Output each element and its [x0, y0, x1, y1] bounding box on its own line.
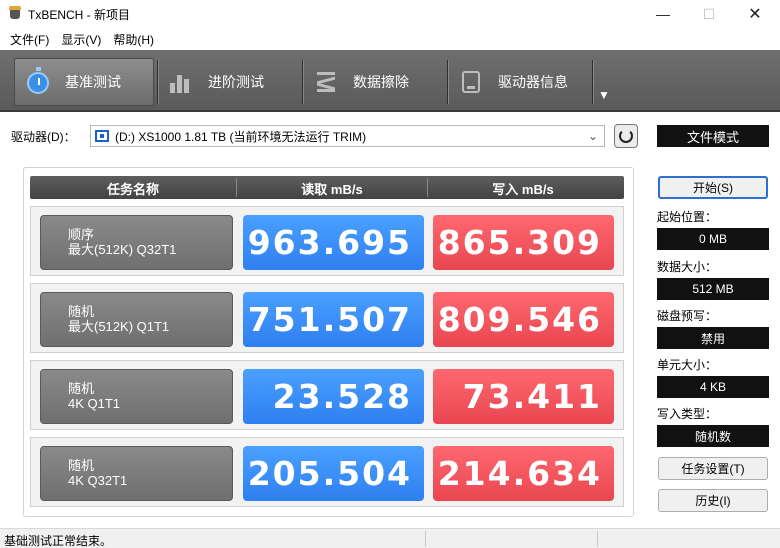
app-icon	[8, 6, 22, 20]
drive-label: 驱动器(D)：	[11, 130, 76, 144]
tab-drive-info-label: 驱动器信息	[498, 74, 568, 90]
tab-benchmark-label: 基准测试	[65, 74, 121, 90]
eraser-spring-icon	[313, 69, 339, 95]
tab-erase-label: 数据擦除	[353, 74, 409, 90]
task-settings-button[interactable]: 任务设置(T)	[658, 457, 768, 480]
menu-file[interactable]: 文件(F)	[4, 28, 55, 50]
refresh-button[interactable]	[614, 124, 638, 148]
precondition-field[interactable]: 禁用	[657, 327, 769, 349]
write-value: 73.411	[433, 369, 614, 424]
window-title: TxBENCH - 新项目	[28, 8, 131, 22]
task-params: 最大(512K) Q32T1	[68, 242, 177, 257]
file-mode-indicator: 文件模式	[657, 125, 769, 147]
bar-chart-icon	[168, 69, 194, 95]
task-button[interactable]: 顺序 最大(512K) Q32T1	[40, 215, 233, 270]
task-params: 最大(512K) Q1T1	[68, 319, 170, 334]
title-bar: TxBENCH - 新项目 — ☐ ✕	[0, 0, 780, 28]
header-write: 写入 mB/s	[492, 182, 554, 197]
result-row-rnd-q1t1: 随机 最大(512K) Q1T1 751.507 809.546	[30, 283, 624, 353]
read-value: 963.695	[243, 215, 424, 270]
task-button[interactable]: 随机 4K Q1T1	[40, 369, 233, 424]
start-button[interactable]: 开始(S)	[658, 176, 768, 199]
status-text: 基础测试正常结束。	[4, 534, 113, 548]
menu-view[interactable]: 显示(V)	[55, 28, 107, 50]
drive-selected-value: (D:) XS1000 1.81 TB (当前环境无法运行 TRIM)	[115, 129, 367, 144]
read-value: 751.507	[243, 292, 424, 347]
task-button[interactable]: 随机 4K Q32T1	[40, 446, 233, 501]
task-type: 顺序	[68, 227, 95, 242]
task-button[interactable]: 随机 最大(512K) Q1T1	[40, 292, 233, 347]
menu-help[interactable]: 帮助(H)	[107, 28, 160, 50]
result-row-seq-q32t1: 顺序 最大(512K) Q32T1 963.695 865.309	[30, 206, 624, 276]
tab-advanced[interactable]: 进阶测试	[158, 58, 298, 106]
tab-benchmark[interactable]: 基准测试	[14, 58, 154, 106]
maximize-button[interactable]: ☐	[686, 0, 732, 28]
precondition-label: 磁盘预写：	[657, 309, 718, 323]
drive-icon	[95, 130, 109, 142]
chevron-down-icon: ⌄	[587, 129, 598, 143]
history-button[interactable]: 历史(I)	[658, 489, 768, 512]
task-type: 随机	[68, 381, 95, 396]
header-read: 读取 mB/s	[301, 182, 363, 197]
tab-erase[interactable]: 数据擦除	[303, 58, 443, 106]
tab-drive-info[interactable]: 驱动器信息	[448, 58, 594, 106]
header-task: 任务名称	[106, 182, 159, 197]
stopwatch-icon	[25, 67, 51, 95]
drive-select[interactable]: (D:) XS1000 1.81 TB (当前环境无法运行 TRIM) ⌄	[90, 125, 605, 147]
write-type-field[interactable]: 随机数	[657, 425, 769, 447]
data-size-label: 数据大小：	[657, 260, 718, 274]
start-position-field[interactable]: 0 MB	[657, 228, 769, 250]
toolbar-more-icon[interactable]: ▼	[598, 88, 610, 102]
result-row-4k-q32t1: 随机 4K Q32T1 205.504 214.634	[30, 437, 624, 507]
status-divider	[597, 531, 598, 547]
toolbar-divider	[592, 60, 593, 104]
tab-advanced-label: 进阶测试	[208, 74, 264, 90]
close-button[interactable]: ✕	[732, 0, 778, 28]
block-size-field[interactable]: 4 KB	[657, 376, 769, 398]
task-type: 随机	[68, 458, 95, 473]
write-value: 809.546	[433, 292, 614, 347]
toolbar: 基准测试 进阶测试 数据擦除 驱动器信息 ▼	[0, 50, 780, 112]
write-value: 214.634	[433, 446, 614, 501]
results-header: 任务名称 读取 mB/s 写入 mB/s	[30, 176, 624, 199]
read-value: 205.504	[243, 446, 424, 501]
status-divider	[425, 531, 426, 547]
block-size-label: 单元大小：	[657, 358, 718, 372]
start-position-label: 起始位置：	[657, 210, 718, 224]
refresh-icon	[619, 129, 633, 143]
task-params: 4K Q32T1	[68, 473, 128, 488]
status-bar: 基础测试正常结束。	[0, 528, 780, 548]
write-value: 865.309	[433, 215, 614, 270]
task-params: 4K Q1T1	[68, 396, 121, 411]
write-type-label: 写入类型：	[657, 407, 718, 421]
drive-info-icon	[458, 69, 484, 95]
data-size-field[interactable]: 512 MB	[657, 278, 769, 300]
read-value: 23.528	[243, 369, 424, 424]
result-row-4k-q1t1: 随机 4K Q1T1 23.528 73.411	[30, 360, 624, 430]
menu-bar: 文件(F) 显示(V) 帮助(H)	[0, 28, 780, 50]
minimize-button[interactable]: —	[640, 0, 686, 28]
task-type: 随机	[68, 304, 95, 319]
